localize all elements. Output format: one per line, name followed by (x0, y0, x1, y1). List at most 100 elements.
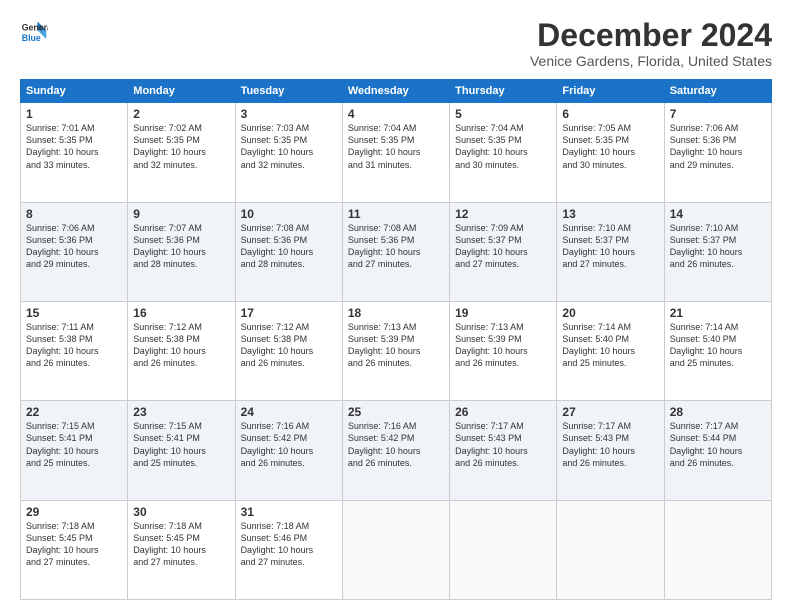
day-info: Sunrise: 7:09 AM Sunset: 5:37 PM Dayligh… (455, 222, 551, 271)
calendar-cell: 29Sunrise: 7:18 AM Sunset: 5:45 PM Dayli… (21, 500, 128, 599)
day-number: 23 (133, 405, 229, 419)
day-number: 10 (241, 207, 337, 221)
day-info: Sunrise: 7:05 AM Sunset: 5:35 PM Dayligh… (562, 122, 658, 171)
calendar-cell: 30Sunrise: 7:18 AM Sunset: 5:45 PM Dayli… (128, 500, 235, 599)
day-number: 30 (133, 505, 229, 519)
calendar-cell: 6Sunrise: 7:05 AM Sunset: 5:35 PM Daylig… (557, 103, 664, 202)
calendar-cell: 10Sunrise: 7:08 AM Sunset: 5:36 PM Dayli… (235, 202, 342, 301)
day-info: Sunrise: 7:15 AM Sunset: 5:41 PM Dayligh… (26, 420, 122, 469)
day-info: Sunrise: 7:11 AM Sunset: 5:38 PM Dayligh… (26, 321, 122, 370)
calendar-cell: 8Sunrise: 7:06 AM Sunset: 5:36 PM Daylig… (21, 202, 128, 301)
day-number: 27 (562, 405, 658, 419)
day-info: Sunrise: 7:15 AM Sunset: 5:41 PM Dayligh… (133, 420, 229, 469)
day-info: Sunrise: 7:17 AM Sunset: 5:43 PM Dayligh… (455, 420, 551, 469)
day-info: Sunrise: 7:14 AM Sunset: 5:40 PM Dayligh… (562, 321, 658, 370)
calendar-cell: 1Sunrise: 7:01 AM Sunset: 5:35 PM Daylig… (21, 103, 128, 202)
calendar-cell (664, 500, 771, 599)
calendar-week-row: 22Sunrise: 7:15 AM Sunset: 5:41 PM Dayli… (21, 401, 772, 500)
calendar-cell: 21Sunrise: 7:14 AM Sunset: 5:40 PM Dayli… (664, 301, 771, 400)
day-of-week-header: Thursday (450, 80, 557, 103)
day-number: 26 (455, 405, 551, 419)
calendar-cell: 26Sunrise: 7:17 AM Sunset: 5:43 PM Dayli… (450, 401, 557, 500)
calendar-cell: 12Sunrise: 7:09 AM Sunset: 5:37 PM Dayli… (450, 202, 557, 301)
day-info: Sunrise: 7:18 AM Sunset: 5:46 PM Dayligh… (241, 520, 337, 569)
day-info: Sunrise: 7:13 AM Sunset: 5:39 PM Dayligh… (455, 321, 551, 370)
day-number: 17 (241, 306, 337, 320)
day-number: 18 (348, 306, 444, 320)
calendar-cell: 5Sunrise: 7:04 AM Sunset: 5:35 PM Daylig… (450, 103, 557, 202)
location-subtitle: Venice Gardens, Florida, United States (530, 53, 772, 69)
calendar-cell: 25Sunrise: 7:16 AM Sunset: 5:42 PM Dayli… (342, 401, 449, 500)
title-block: December 2024 Venice Gardens, Florida, U… (530, 18, 772, 69)
day-number: 3 (241, 107, 337, 121)
day-info: Sunrise: 7:16 AM Sunset: 5:42 PM Dayligh… (241, 420, 337, 469)
day-info: Sunrise: 7:04 AM Sunset: 5:35 PM Dayligh… (455, 122, 551, 171)
calendar-week-row: 8Sunrise: 7:06 AM Sunset: 5:36 PM Daylig… (21, 202, 772, 301)
day-number: 5 (455, 107, 551, 121)
calendar-cell: 20Sunrise: 7:14 AM Sunset: 5:40 PM Dayli… (557, 301, 664, 400)
day-info: Sunrise: 7:14 AM Sunset: 5:40 PM Dayligh… (670, 321, 766, 370)
day-number: 1 (26, 107, 122, 121)
calendar-cell: 16Sunrise: 7:12 AM Sunset: 5:38 PM Dayli… (128, 301, 235, 400)
calendar-cell: 17Sunrise: 7:12 AM Sunset: 5:38 PM Dayli… (235, 301, 342, 400)
day-info: Sunrise: 7:01 AM Sunset: 5:35 PM Dayligh… (26, 122, 122, 171)
day-number: 31 (241, 505, 337, 519)
calendar-week-row: 15Sunrise: 7:11 AM Sunset: 5:38 PM Dayli… (21, 301, 772, 400)
day-info: Sunrise: 7:18 AM Sunset: 5:45 PM Dayligh… (133, 520, 229, 569)
day-info: Sunrise: 7:18 AM Sunset: 5:45 PM Dayligh… (26, 520, 122, 569)
calendar-cell: 9Sunrise: 7:07 AM Sunset: 5:36 PM Daylig… (128, 202, 235, 301)
calendar-cell: 2Sunrise: 7:02 AM Sunset: 5:35 PM Daylig… (128, 103, 235, 202)
day-of-week-header: Saturday (664, 80, 771, 103)
calendar-cell: 27Sunrise: 7:17 AM Sunset: 5:43 PM Dayli… (557, 401, 664, 500)
day-of-week-header: Sunday (21, 80, 128, 103)
day-info: Sunrise: 7:10 AM Sunset: 5:37 PM Dayligh… (562, 222, 658, 271)
calendar-cell: 13Sunrise: 7:10 AM Sunset: 5:37 PM Dayli… (557, 202, 664, 301)
day-number: 7 (670, 107, 766, 121)
calendar-header-row: SundayMondayTuesdayWednesdayThursdayFrid… (21, 80, 772, 103)
day-number: 4 (348, 107, 444, 121)
calendar-cell: 15Sunrise: 7:11 AM Sunset: 5:38 PM Dayli… (21, 301, 128, 400)
day-number: 11 (348, 207, 444, 221)
calendar-cell: 31Sunrise: 7:18 AM Sunset: 5:46 PM Dayli… (235, 500, 342, 599)
day-of-week-header: Friday (557, 80, 664, 103)
day-info: Sunrise: 7:08 AM Sunset: 5:36 PM Dayligh… (348, 222, 444, 271)
logo-icon: General Blue (20, 18, 48, 46)
day-number: 16 (133, 306, 229, 320)
calendar-cell (342, 500, 449, 599)
calendar-week-row: 1Sunrise: 7:01 AM Sunset: 5:35 PM Daylig… (21, 103, 772, 202)
day-of-week-header: Wednesday (342, 80, 449, 103)
day-info: Sunrise: 7:17 AM Sunset: 5:43 PM Dayligh… (562, 420, 658, 469)
day-number: 15 (26, 306, 122, 320)
day-number: 24 (241, 405, 337, 419)
calendar-page: General Blue December 2024 Venice Garden… (0, 0, 792, 612)
calendar-cell: 28Sunrise: 7:17 AM Sunset: 5:44 PM Dayli… (664, 401, 771, 500)
day-info: Sunrise: 7:06 AM Sunset: 5:36 PM Dayligh… (26, 222, 122, 271)
calendar-cell: 24Sunrise: 7:16 AM Sunset: 5:42 PM Dayli… (235, 401, 342, 500)
logo: General Blue (20, 18, 48, 46)
day-of-week-header: Monday (128, 80, 235, 103)
svg-text:Blue: Blue (22, 33, 41, 43)
calendar-cell (450, 500, 557, 599)
calendar-week-row: 29Sunrise: 7:18 AM Sunset: 5:45 PM Dayli… (21, 500, 772, 599)
day-info: Sunrise: 7:03 AM Sunset: 5:35 PM Dayligh… (241, 122, 337, 171)
day-info: Sunrise: 7:02 AM Sunset: 5:35 PM Dayligh… (133, 122, 229, 171)
day-of-week-header: Tuesday (235, 80, 342, 103)
day-info: Sunrise: 7:16 AM Sunset: 5:42 PM Dayligh… (348, 420, 444, 469)
day-info: Sunrise: 7:07 AM Sunset: 5:36 PM Dayligh… (133, 222, 229, 271)
calendar-cell: 7Sunrise: 7:06 AM Sunset: 5:36 PM Daylig… (664, 103, 771, 202)
calendar-cell: 18Sunrise: 7:13 AM Sunset: 5:39 PM Dayli… (342, 301, 449, 400)
calendar-cell: 4Sunrise: 7:04 AM Sunset: 5:35 PM Daylig… (342, 103, 449, 202)
calendar-cell: 3Sunrise: 7:03 AM Sunset: 5:35 PM Daylig… (235, 103, 342, 202)
header: General Blue December 2024 Venice Garden… (20, 18, 772, 69)
calendar-cell: 19Sunrise: 7:13 AM Sunset: 5:39 PM Dayli… (450, 301, 557, 400)
month-title: December 2024 (530, 18, 772, 53)
day-number: 22 (26, 405, 122, 419)
day-info: Sunrise: 7:17 AM Sunset: 5:44 PM Dayligh… (670, 420, 766, 469)
day-number: 9 (133, 207, 229, 221)
calendar-cell: 23Sunrise: 7:15 AM Sunset: 5:41 PM Dayli… (128, 401, 235, 500)
day-info: Sunrise: 7:06 AM Sunset: 5:36 PM Dayligh… (670, 122, 766, 171)
calendar-cell (557, 500, 664, 599)
day-number: 19 (455, 306, 551, 320)
day-number: 12 (455, 207, 551, 221)
calendar-cell: 22Sunrise: 7:15 AM Sunset: 5:41 PM Dayli… (21, 401, 128, 500)
